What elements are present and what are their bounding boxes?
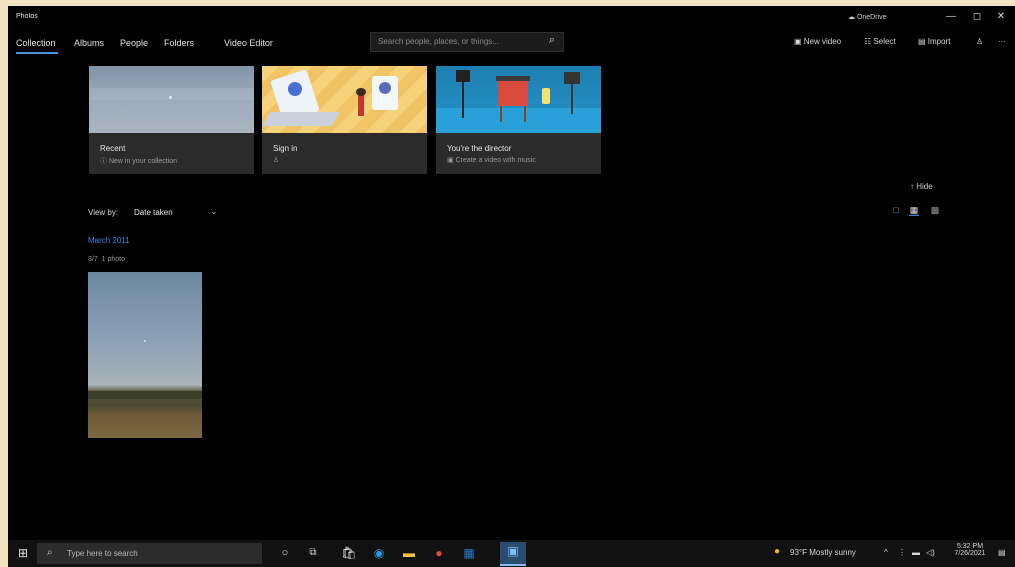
new-video-label: New video — [803, 37, 842, 46]
active-tab-indicator — [16, 52, 58, 54]
sign-in-card[interactable]: Sign in ♙ — [262, 66, 427, 174]
recent-card-image — [89, 66, 254, 133]
tab-albums[interactable]: Albums — [74, 38, 104, 48]
sign-in-card-image — [262, 66, 427, 133]
search-icon[interactable]: ⌕ — [549, 34, 555, 47]
photos-app-icon[interactable]: ▣ — [500, 542, 526, 566]
tab-people[interactable]: People — [120, 38, 148, 48]
director-card-image — [436, 66, 601, 133]
person-icon: ♙ — [273, 157, 280, 164]
small-thumbnails-icon[interactable]: ▩ — [930, 205, 940, 215]
recent-card[interactable]: Recent ⓘ New in your collection — [89, 66, 254, 174]
select-button[interactable]: ☷ Select — [864, 37, 896, 46]
maximize-button[interactable]: ◻ — [966, 10, 988, 24]
info-icon: ⓘ — [100, 158, 109, 165]
app-title: Photos — [16, 13, 38, 20]
photos-window: Photos ☁ OneDrive — ◻ ✕ Collection Album… — [8, 6, 1015, 540]
large-thumbnails-icon[interactable]: □ — [891, 205, 901, 215]
medium-thumbnails-icon[interactable]: ▦ — [909, 205, 919, 216]
network-icon[interactable]: ⋮ — [898, 548, 906, 557]
search-icon: ⌕ — [47, 547, 53, 558]
word-icon[interactable]: ▦ — [460, 544, 478, 562]
close-button[interactable]: ✕ — [990, 10, 1012, 24]
day-header: 3/7 1 photo — [88, 256, 125, 263]
photo-thumbnail[interactable] — [88, 272, 202, 438]
onedrive-label: OneDrive — [856, 14, 887, 21]
director-card-title: You're the director — [447, 144, 512, 153]
weather-sun-icon: ● — [774, 546, 781, 557]
video-icon: ▣ — [794, 37, 804, 46]
search-box[interactable]: Search people, places, or things... ⌕ — [370, 32, 564, 52]
day-label: 3/7 — [88, 256, 98, 263]
edge-icon[interactable]: ◉ — [370, 544, 388, 562]
director-card-subtitle: ▣ Create a video with music — [447, 157, 536, 164]
director-card[interactable]: You're the director ▣ Create a video wit… — [436, 66, 601, 174]
sign-in-card-title: Sign in — [273, 144, 298, 153]
import-button[interactable]: ▤ Import — [918, 37, 950, 46]
show-hidden-icons-icon[interactable]: ^ — [884, 548, 888, 557]
onedrive-button[interactable]: ☁ OneDrive — [848, 13, 887, 21]
time-label: 5:32 PM — [956, 543, 984, 550]
tab-collection[interactable]: Collection — [16, 38, 56, 48]
taskbar-search-input[interactable]: Type here to search — [67, 549, 138, 558]
new-video-button[interactable]: ▣ New video — [794, 37, 841, 46]
view-by-dropdown[interactable]: Date taken — [134, 208, 173, 217]
notifications-icon[interactable]: ▤ — [998, 548, 1006, 557]
task-view-icon[interactable]: ⧉ — [304, 544, 322, 562]
tab-folders[interactable]: Folders — [164, 38, 194, 48]
hide-label: Hide — [916, 182, 933, 191]
account-icon[interactable]: ♙ — [976, 37, 983, 46]
store-icon[interactable]: 🛍 — [340, 544, 358, 562]
hide-button[interactable]: ↑ Hide — [910, 182, 933, 191]
chrome-icon[interactable]: ● — [430, 544, 448, 562]
tab-video-editor[interactable]: Video Editor — [224, 38, 273, 48]
date-label: 7/26/2021 — [954, 550, 986, 557]
volume-icon[interactable]: ◁) — [926, 548, 935, 557]
windows-start-icon[interactable]: ⊞ — [14, 544, 32, 562]
search-input[interactable]: Search people, places, or things... — [378, 37, 499, 46]
cloud-icon: ☁ — [848, 14, 857, 21]
clock[interactable]: 5:32 PM 7/26/2021 — [950, 543, 990, 557]
minimize-button[interactable]: — — [940, 10, 962, 24]
view-by-label: View by: — [88, 208, 119, 217]
recent-card-subtitle: ⓘ New in your collection — [100, 158, 178, 165]
select-label: Select — [873, 37, 896, 46]
video-icon: ▣ — [447, 157, 456, 164]
taskbar-search[interactable]: ⌕ Type here to search — [37, 543, 262, 564]
file-explorer-icon[interactable]: ▬ — [400, 544, 418, 562]
cortana-icon[interactable]: ○ — [276, 544, 294, 562]
import-label: Import — [927, 37, 951, 46]
battery-icon[interactable]: ▬ — [912, 548, 920, 557]
import-icon: ▤ — [918, 37, 928, 46]
chevron-down-icon[interactable]: ⌄ — [210, 206, 218, 217]
select-icon: ☷ — [864, 37, 874, 46]
more-options-button[interactable]: ··· — [998, 37, 1006, 46]
photo-count: 1 photo — [101, 256, 125, 263]
taskbar: ⊞ ⌕ Type here to search ○ ⧉ 🛍 ◉ ▬ ● ▦ ▣ … — [8, 540, 1015, 567]
month-header[interactable]: March 2011 — [88, 236, 130, 245]
weather-widget[interactable]: 93°F Mostly sunny — [790, 548, 856, 557]
recent-card-title: Recent — [100, 144, 126, 153]
